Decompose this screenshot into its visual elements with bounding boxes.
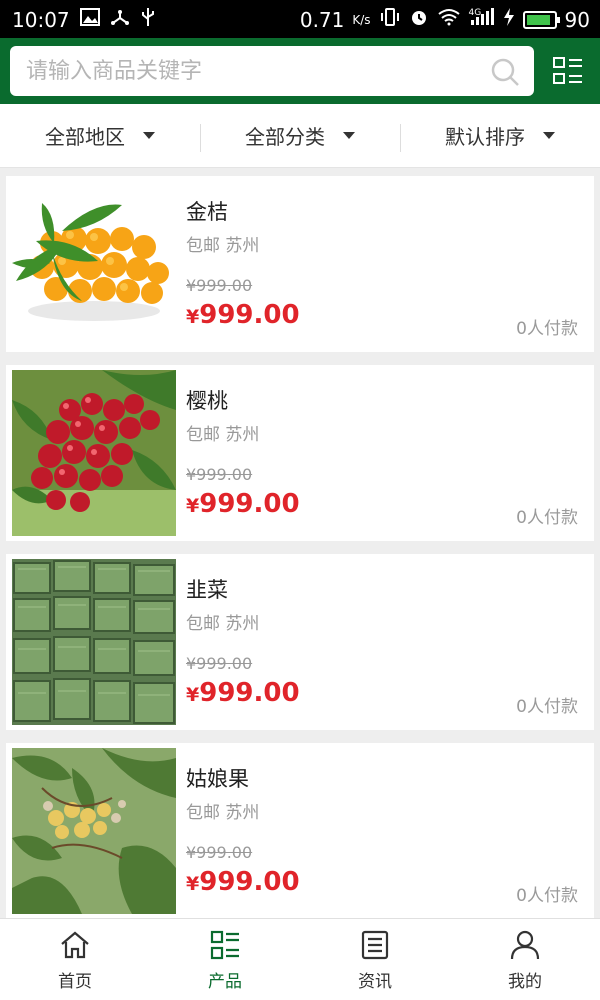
product-card[interactable]: 金桔 包邮 苏州 ¥999.00 ¥999.00 0人付款 xyxy=(6,176,594,352)
current-price: ¥999.00 xyxy=(186,867,300,897)
category-grid-icon[interactable] xyxy=(552,56,584,86)
product-name: 韭菜 xyxy=(186,578,228,602)
signal-type: 4G xyxy=(468,8,482,18)
currency-symbol: ¥ xyxy=(186,684,200,706)
home-icon xyxy=(61,931,89,959)
price-value: 999.00 xyxy=(199,867,300,897)
paid-count: 0人付款 xyxy=(516,697,578,717)
current-price: ¥999.00 xyxy=(186,678,300,708)
currency-symbol: ¥ xyxy=(186,495,200,517)
original-price: ¥999.00 xyxy=(186,276,253,295)
product-image-chives xyxy=(12,559,176,725)
price-value: 999.00 xyxy=(199,678,300,708)
paid-count: 0人付款 xyxy=(516,886,578,906)
usb-icon xyxy=(140,7,156,33)
nav-label: 我的 xyxy=(508,972,542,992)
battery-icon xyxy=(522,11,560,29)
product-shipping: 包邮 苏州 xyxy=(186,236,260,256)
header xyxy=(0,38,600,104)
status-bar: 10:07 0.71 K/s 4G 90 xyxy=(0,0,600,38)
vibrate-icon xyxy=(379,8,401,32)
nav-products[interactable]: 产品 xyxy=(150,919,300,1000)
price-value: 999.00 xyxy=(199,489,300,519)
news-icon xyxy=(361,930,389,960)
network-speed: 0.71 xyxy=(299,8,345,32)
nav-home[interactable]: 首页 xyxy=(0,919,150,1000)
product-card[interactable]: 姑娘果 包邮 苏州 ¥999.00 ¥999.00 0人付款 xyxy=(6,743,594,919)
current-price: ¥999.00 xyxy=(186,300,300,330)
filter-category[interactable]: 全部分类 xyxy=(200,104,400,168)
filter-region[interactable]: 全部地区 xyxy=(0,104,200,168)
nav-label: 产品 xyxy=(208,972,242,992)
product-image-cherry xyxy=(12,370,176,536)
product-card[interactable]: 樱桃 包邮 苏州 ¥999.00 ¥999.00 0人付款 xyxy=(6,365,594,541)
product-shipping: 包邮 苏州 xyxy=(186,425,260,445)
product-image-groundcherry xyxy=(12,748,176,914)
status-time: 10:07 xyxy=(12,8,70,32)
image-notification-icon xyxy=(79,8,100,32)
charging-icon xyxy=(503,8,515,32)
search-icon[interactable] xyxy=(490,57,520,87)
caret-down-icon xyxy=(343,132,355,139)
filter-label: 全部分类 xyxy=(245,125,325,149)
original-price: ¥999.00 xyxy=(186,654,253,673)
product-image-kumquat xyxy=(12,181,176,347)
nav-news[interactable]: 资讯 xyxy=(300,919,450,1000)
filter-label: 默认排序 xyxy=(445,125,525,149)
product-name: 姑娘果 xyxy=(186,767,249,791)
network-speed-unit: K/s xyxy=(352,13,371,27)
currency-symbol: ¥ xyxy=(186,306,200,328)
user-icon xyxy=(510,930,540,960)
price-value: 999.00 xyxy=(199,300,300,330)
filter-label: 全部地区 xyxy=(45,125,125,149)
original-price: ¥999.00 xyxy=(186,843,253,862)
product-name: 金桔 xyxy=(186,200,228,224)
nav-label: 资讯 xyxy=(358,972,392,992)
wifi-icon xyxy=(437,8,461,32)
product-shipping: 包邮 苏州 xyxy=(186,803,260,823)
current-price: ¥999.00 xyxy=(186,489,300,519)
currency-symbol: ¥ xyxy=(186,873,200,895)
paid-count: 0人付款 xyxy=(516,508,578,528)
nav-label: 首页 xyxy=(58,972,92,992)
paid-count: 0人付款 xyxy=(516,319,578,339)
nav-profile[interactable]: 我的 xyxy=(450,919,600,1000)
bottom-nav: 首页 产品 资讯 我的 xyxy=(0,918,600,1000)
search-input[interactable] xyxy=(10,46,480,96)
caret-down-icon xyxy=(543,132,555,139)
filter-bar: 全部地区 全部分类 默认排序 xyxy=(0,104,600,168)
product-name: 樱桃 xyxy=(186,389,228,413)
caret-down-icon xyxy=(143,132,155,139)
alarm-icon xyxy=(409,7,429,33)
battery-percent: 90 xyxy=(564,8,590,32)
filter-sort[interactable]: 默认排序 xyxy=(400,104,600,168)
original-price: ¥999.00 xyxy=(186,465,253,484)
share-notification-icon xyxy=(110,8,130,32)
product-shipping: 包邮 苏州 xyxy=(186,614,260,634)
product-card[interactable]: 韭菜 包邮 苏州 ¥999.00 ¥999.00 0人付款 xyxy=(6,554,594,730)
search-box xyxy=(10,46,534,96)
cellular-signal-icon: 4G xyxy=(469,8,495,32)
grid-list-icon xyxy=(210,930,239,960)
product-list: 金桔 包邮 苏州 ¥999.00 ¥999.00 0人付款 樱桃 包邮 苏州 ¥… xyxy=(6,176,594,932)
